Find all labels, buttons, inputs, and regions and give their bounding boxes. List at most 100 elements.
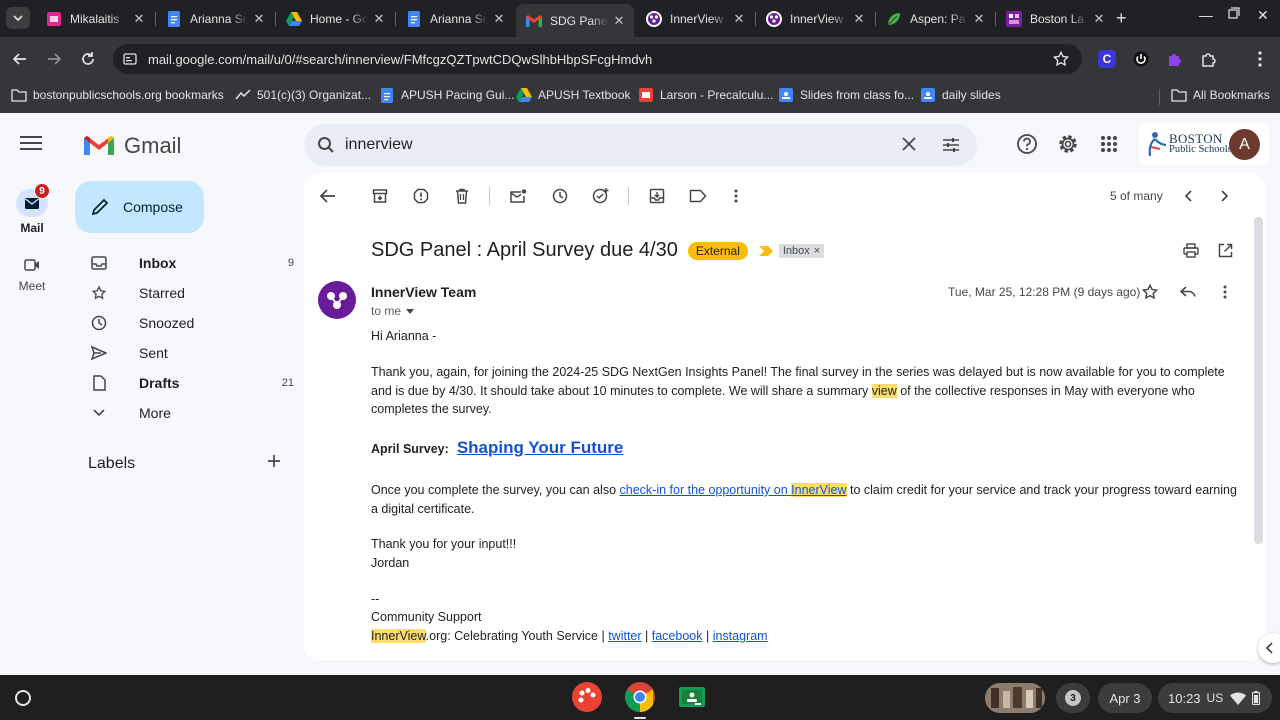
browser-tab[interactable]: InnerView ✕: [756, 4, 874, 33]
move-to-icon[interactable]: [645, 184, 669, 208]
all-bookmarks-button[interactable]: All Bookmarks: [1171, 87, 1270, 103]
url-text[interactable]: mail.google.com/mail/u/0/#search/innervi…: [148, 52, 652, 67]
label-tag-icon[interactable]: [686, 184, 710, 208]
close-window-button[interactable]: ✕: [1257, 7, 1269, 24]
browser-tab[interactable]: InnerView ✕: [636, 4, 754, 33]
minimize-window-button[interactable]: —: [1199, 7, 1213, 23]
bookmark-item[interactable]: APUSH Pacing Gui...: [379, 87, 514, 103]
restore-window-button[interactable]: [1228, 7, 1240, 19]
mark-unread-icon[interactable]: [506, 184, 530, 208]
account-switcher[interactable]: BOSTON Public Schools A: [1139, 123, 1269, 165]
create-label-button[interactable]: [267, 454, 281, 468]
bookmark-folder[interactable]: bostonpublicschools.org bookmarks: [11, 87, 224, 103]
shelf-app-classroom[interactable]: [677, 682, 707, 712]
facebook-link[interactable]: facebook: [652, 629, 703, 643]
report-spam-icon[interactable]: [409, 184, 433, 208]
back-to-search-icon[interactable]: [316, 184, 340, 208]
search-bar[interactable]: innerview: [304, 124, 977, 166]
message-more-icon[interactable]: [1213, 280, 1237, 304]
extensions-button[interactable]: [1199, 49, 1219, 69]
browser-menu-button[interactable]: [1250, 49, 1270, 69]
remove-label-icon[interactable]: ×: [814, 245, 820, 257]
close-tab-icon[interactable]: ✕: [968, 11, 990, 27]
show-side-panel-button[interactable]: [1258, 633, 1280, 663]
bookmark-item[interactable]: APUSH Textbook: [516, 87, 631, 103]
inbox-label-chip[interactable]: Inbox ×: [778, 243, 825, 258]
date-tray[interactable]: Apr 3: [1098, 683, 1152, 713]
nav-item-snoozed[interactable]: Snoozed: [75, 308, 296, 338]
extension-puzzle-purple-button[interactable]: [1165, 49, 1185, 69]
browser-tab[interactable]: Arianna Su ✕: [156, 4, 274, 33]
back-button[interactable]: [10, 49, 30, 69]
status-tray[interactable]: 10:23 US: [1158, 683, 1272, 713]
new-tab-button[interactable]: +: [1116, 8, 1127, 29]
scrollbar-thumb[interactable]: [1254, 217, 1263, 544]
close-tab-icon[interactable]: ✕: [128, 11, 150, 27]
browser-tab[interactable]: Mikalaitis ✕: [36, 4, 154, 33]
browser-tab-active[interactable]: SDG Panel ✕: [516, 4, 634, 37]
close-tab-icon[interactable]: ✕: [608, 13, 630, 29]
search-icon[interactable]: [317, 136, 335, 154]
forward-button[interactable]: [44, 49, 64, 69]
close-tab-icon[interactable]: ✕: [488, 11, 510, 27]
gmail-logo[interactable]: Gmail: [84, 133, 181, 159]
star-email-icon[interactable]: [1138, 280, 1162, 304]
tab-search-button[interactable]: [6, 7, 30, 29]
clear-search-icon[interactable]: [902, 137, 916, 151]
close-tab-icon[interactable]: ✕: [728, 11, 750, 27]
add-to-tasks-icon[interactable]: [589, 184, 613, 208]
shelf-app-chrome[interactable]: [625, 682, 655, 719]
nav-item-inbox[interactable]: Inbox 9: [75, 248, 296, 278]
site-info-icon[interactable]: [123, 52, 137, 66]
browser-tab[interactable]: Aspen: Pa ✕: [876, 4, 994, 33]
instagram-link[interactable]: instagram: [713, 629, 768, 643]
nav-item-starred[interactable]: Starred: [75, 278, 296, 308]
address-bar[interactable]: mail.google.com/mail/u/0/#search/innervi…: [113, 44, 1082, 74]
close-tab-icon[interactable]: ✕: [848, 11, 870, 27]
older-chevron-right-icon[interactable]: [1213, 184, 1237, 208]
recipients-dropdown[interactable]: to me: [371, 304, 415, 318]
reload-button[interactable]: [78, 49, 98, 69]
search-options-icon[interactable]: [942, 136, 960, 154]
close-tab-icon[interactable]: ✕: [248, 11, 270, 27]
shelf-app-canvas[interactable]: [572, 682, 602, 712]
compose-button[interactable]: Compose: [75, 181, 204, 233]
bookmark-item[interactable]: 501(c)(3) Organizat...: [235, 87, 371, 103]
trash-icon[interactable]: [450, 184, 474, 208]
survey-link[interactable]: Shaping Your Future: [457, 438, 624, 458]
google-apps-icon[interactable]: [1100, 135, 1118, 153]
close-tab-icon[interactable]: ✕: [1088, 11, 1110, 27]
reply-icon[interactable]: [1176, 280, 1200, 304]
search-input[interactable]: innerview: [345, 136, 413, 154]
extension-power-button[interactable]: [1131, 49, 1151, 69]
snooze-clock-icon[interactable]: [548, 184, 572, 208]
nav-item-drafts[interactable]: Drafts 21: [75, 368, 296, 398]
extension-c-button[interactable]: C: [1097, 49, 1117, 69]
archive-icon[interactable]: [368, 184, 392, 208]
launcher-button[interactable]: [8, 683, 38, 713]
sender-avatar[interactable]: [318, 281, 356, 319]
more-actions-icon[interactable]: [724, 184, 748, 208]
close-tab-icon[interactable]: ✕: [368, 11, 390, 27]
sender-name[interactable]: InnerView Team: [371, 284, 476, 300]
help-icon[interactable]: [1016, 133, 1038, 155]
print-icon[interactable]: [1179, 238, 1203, 262]
browser-tab[interactable]: Boston La ✕: [996, 4, 1114, 33]
browser-tab[interactable]: Home - Go ✕: [276, 4, 394, 33]
importance-marker-icon[interactable]: [758, 245, 773, 256]
twitter-link[interactable]: twitter: [608, 629, 641, 643]
bookmark-item[interactable]: daily slides: [920, 87, 1001, 103]
notifications-tray[interactable]: 3: [1056, 683, 1090, 713]
checkin-link[interactable]: check-in for the opportunity on InnerVie…: [620, 483, 847, 497]
settings-gear-icon[interactable]: [1057, 133, 1079, 155]
open-in-new-window-icon[interactable]: [1213, 238, 1237, 262]
nav-item-more[interactable]: More: [75, 398, 296, 428]
bookmark-star-icon[interactable]: [1052, 50, 1070, 68]
bookmark-item[interactable]: Larson - Precalculu...: [638, 87, 773, 103]
nav-item-sent[interactable]: Sent: [75, 338, 296, 368]
account-avatar[interactable]: A: [1229, 129, 1260, 160]
main-menu-button[interactable]: [20, 135, 42, 151]
holding-space-tray[interactable]: [985, 683, 1045, 713]
rail-meet[interactable]: Meet: [0, 255, 64, 293]
newer-chevron-left-icon[interactable]: [1176, 184, 1200, 208]
